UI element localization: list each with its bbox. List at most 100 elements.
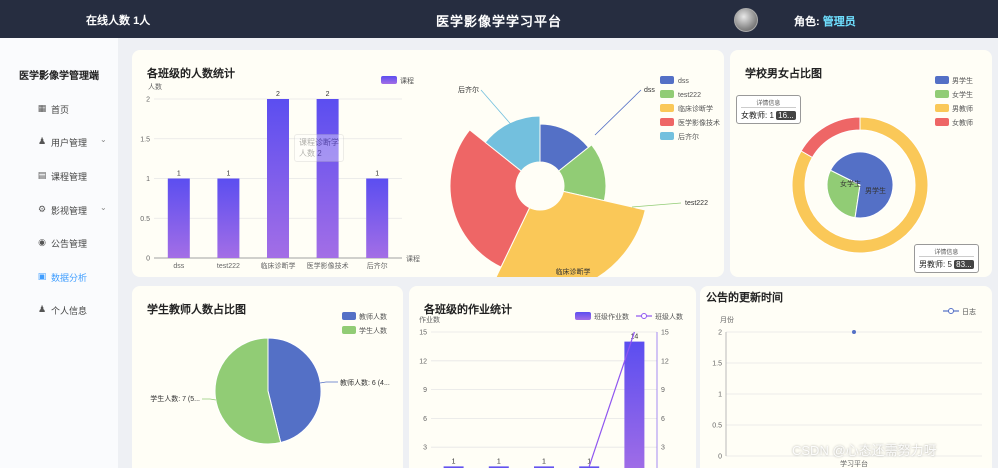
legend-swatch [342, 326, 356, 334]
y-tick-label: 3 [423, 445, 427, 452]
gear-icon: ⚙ [37, 204, 47, 214]
home-grid-icon: ▦ [37, 103, 47, 113]
data-label: 1 [375, 171, 379, 178]
legend-label: 班级作业数 [594, 312, 629, 321]
sidebar-item-home[interactable]: ▦ 首页 [0, 98, 118, 120]
avatar[interactable] [734, 8, 758, 32]
sidebar-item-courses[interactable]: ▤ 课程管理 [0, 165, 118, 187]
legend-label: 课程 [400, 76, 414, 85]
x-tick-label: test222 [217, 263, 240, 270]
y-axis-label: 作业数 [419, 315, 440, 324]
legend-label: 男学生 [952, 76, 973, 85]
y2-tick-label: 9 [661, 387, 665, 394]
class-count-card: 各班级的人数统计 人数 0 0.5 1 1.5 2 课程 1 dss 1 test222 2 临床诊断学… [132, 50, 724, 277]
bar [217, 178, 240, 258]
y-tick-label: 1.5 [712, 361, 722, 368]
chevron-down-icon: ⌄ [100, 135, 107, 144]
sidebar-item-label: 公告管理 [51, 239, 88, 249]
y-tick-label: 0.5 [712, 423, 722, 430]
tooltip-label: 女教师: 1 [741, 111, 774, 120]
data-label: 1 [177, 171, 181, 178]
legend-label: 教师人数 [359, 312, 387, 321]
legend-swatch [935, 104, 949, 112]
slice-label: 教师人数: 6 (4... [340, 378, 390, 387]
legend-swatch [660, 104, 674, 112]
y-tick-label: 1 [718, 392, 722, 399]
x-tick-label: 后齐尔 [367, 261, 388, 270]
sidebar-item-label: 个人信息 [51, 306, 88, 316]
bar [167, 178, 190, 258]
legend-swatch [660, 76, 674, 84]
legend-label: 医学影像技术 [678, 118, 720, 127]
legend-label: 日志 [962, 307, 976, 316]
sidebar-item-analytics[interactable]: ▣ 数据分析 [0, 266, 118, 288]
teacher-student-card: 学生教师人数占比图 教师人数: 6 (4... 学生人数: 7 (5... 教师人数… [132, 286, 403, 468]
homework-card: 各班级的作业统计 作业数 3 3 6 6 9 9 12 12 15 15 1 1 1 1 14 班级作业数 班级人… [409, 286, 696, 468]
sidebar-item-label: 数据分析 [51, 273, 88, 283]
sidebar-item-label: 影视管理 [51, 206, 88, 216]
sidebar-item-videos[interactable]: ⚙ 影视管理 ⌄ [0, 199, 118, 221]
y-axis-label: 月份 [720, 315, 734, 324]
slice-label: 学生人数: 7 (5... [150, 394, 200, 403]
sidebar-item-label: 用户管理 [51, 138, 88, 148]
sidebar-item-users[interactable]: ♟ 用户管理 ⌄ [0, 131, 118, 153]
data-label: 2 [276, 91, 280, 98]
document-icon: ▤ [37, 170, 47, 180]
y-tick-label: 0.5 [140, 216, 150, 223]
y-tick-label: 2 [718, 330, 722, 337]
bar [624, 341, 645, 468]
slice-label: 临床诊断学 [556, 267, 591, 276]
y-axis-label: 人数 [148, 82, 162, 91]
data-label: 2 [326, 91, 330, 98]
x-tick-label: 临床诊断学 [261, 261, 296, 270]
role-info: 角色: 管理员 [794, 13, 856, 29]
tooltip-value: 16... [776, 111, 796, 120]
data-label: 1 [497, 458, 501, 465]
x-axis-label: 课程 [406, 254, 420, 263]
y-tick-label: 1 [146, 176, 150, 183]
legend-swatch [342, 312, 356, 320]
hover-ghost-tooltip: 课程诊断学 人数 2 [294, 134, 344, 162]
inner-slice-label: 男学生 [865, 186, 886, 195]
inner-slice-label: 女学生 [840, 179, 861, 188]
y-tick-label: 15 [419, 330, 427, 337]
legend-label: 男教师 [952, 104, 973, 113]
legend-swatch [381, 76, 397, 84]
y-tick-label: 9 [423, 387, 427, 394]
sidebar-item-notices[interactable]: ◉ 公告管理 [0, 232, 118, 254]
x-tick-label: dss [173, 263, 184, 270]
sidebar-item-label: 课程管理 [51, 172, 88, 182]
chevron-down-icon: ⌄ [100, 203, 107, 212]
bar [316, 99, 339, 258]
class-count-bar-chart: 人数 0 0.5 1 1.5 2 课程 1 dss 1 test222 2 临床诊断学 2 医学影像技术 1 后… [140, 76, 720, 277]
y-tick-label: 0 [718, 454, 722, 461]
legend-label: test222 [678, 92, 701, 99]
gender-tooltip-bottom: 详情信息 男教师: 5 83... [914, 244, 979, 273]
y2-tick-label: 12 [661, 358, 669, 365]
outer-slice [800, 116, 861, 159]
legend-swatch [935, 118, 949, 126]
role-label: 角色: [794, 16, 820, 28]
gender-ratio-card: 学校男女占比图 女学生 男学生 男学生 女学生 男教师 女教师 详情信息 女教师: 1 1… [730, 50, 992, 277]
sidebar: 医学影像学管理端 ▦ 首页 ♟ 用户管理 ⌄ ▤ 课程管理 ⚙ 影视管理 ⌄ ◉… [0, 38, 118, 468]
tooltip-text: 女教师: 1 16... [741, 110, 796, 121]
legend-label: 班级人数 [655, 312, 683, 321]
tooltip-label: 男教师: 5 [919, 260, 952, 269]
bar [267, 99, 289, 258]
watermark: CSDN @心态还需努力呀 [792, 443, 937, 458]
y-tick-label: 2 [146, 97, 150, 104]
data-label: 1 [452, 458, 456, 465]
y2-tick-label: 15 [661, 330, 669, 337]
y2-tick-label: 3 [661, 445, 665, 452]
sidebar-item-profile[interactable]: ♟ 个人信息 [0, 299, 118, 321]
legend-swatch [660, 90, 674, 98]
homework-chart: 作业数3 36 69 912 1215 151 1 1 114班级作业数 班级人数 [419, 312, 683, 468]
legend-label: 女教师 [952, 118, 973, 127]
legend-label: dss [678, 78, 689, 85]
person-icon: ♟ [37, 304, 47, 314]
legend-marker [948, 308, 954, 314]
data-point [852, 330, 856, 334]
x-tick-label: 医学影像技术 [307, 261, 349, 270]
tooltip-header: 详情信息 [741, 98, 796, 108]
tooltip-header: 详情信息 [919, 247, 974, 257]
